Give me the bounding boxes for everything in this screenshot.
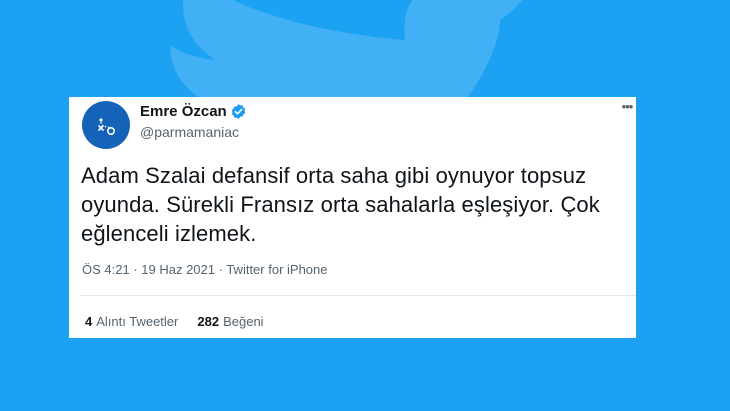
quote-tweets-stat[interactable]: 4 Alıntı Tweetler bbox=[85, 314, 178, 329]
more-icon[interactable]: ••• bbox=[620, 99, 634, 119]
quote-count: 4 bbox=[85, 314, 93, 329]
tweet-meta: ÖS 4:21 · 19 Haz 2021 · Twitter for iPho… bbox=[82, 262, 327, 277]
author-handle[interactable]: @parmamaniac bbox=[140, 124, 239, 140]
author-name[interactable]: Emre Özcan bbox=[140, 103, 227, 120]
quote-label: Alıntı Tweetler bbox=[96, 314, 179, 329]
tweet-source[interactable]: Twitter for iPhone bbox=[226, 262, 327, 277]
like-count: 282 bbox=[197, 314, 220, 329]
tweet-text: Adam Szalai defansif orta saha gibi oynu… bbox=[81, 163, 600, 246]
avatar-tactics-icon bbox=[98, 118, 116, 135]
meta-separator: · bbox=[129, 262, 142, 277]
avatar[interactable] bbox=[82, 101, 130, 149]
tweet-time[interactable]: ÖS 4:21 bbox=[82, 262, 130, 277]
likes-stat[interactable]: 282 Beğeni bbox=[197, 314, 263, 329]
tweet-card: Emre Özcan @parmamaniac ••• Adam Szalai … bbox=[69, 97, 636, 338]
divider bbox=[81, 295, 636, 296]
like-label: Beğeni bbox=[223, 314, 264, 329]
tweet-date[interactable]: 19 Haz 2021 bbox=[141, 262, 215, 277]
tweet-stats: 4 Alıntı Tweetler 282 Beğeni bbox=[85, 314, 283, 329]
verified-badge-icon bbox=[231, 104, 245, 119]
meta-separator: · bbox=[215, 262, 227, 277]
